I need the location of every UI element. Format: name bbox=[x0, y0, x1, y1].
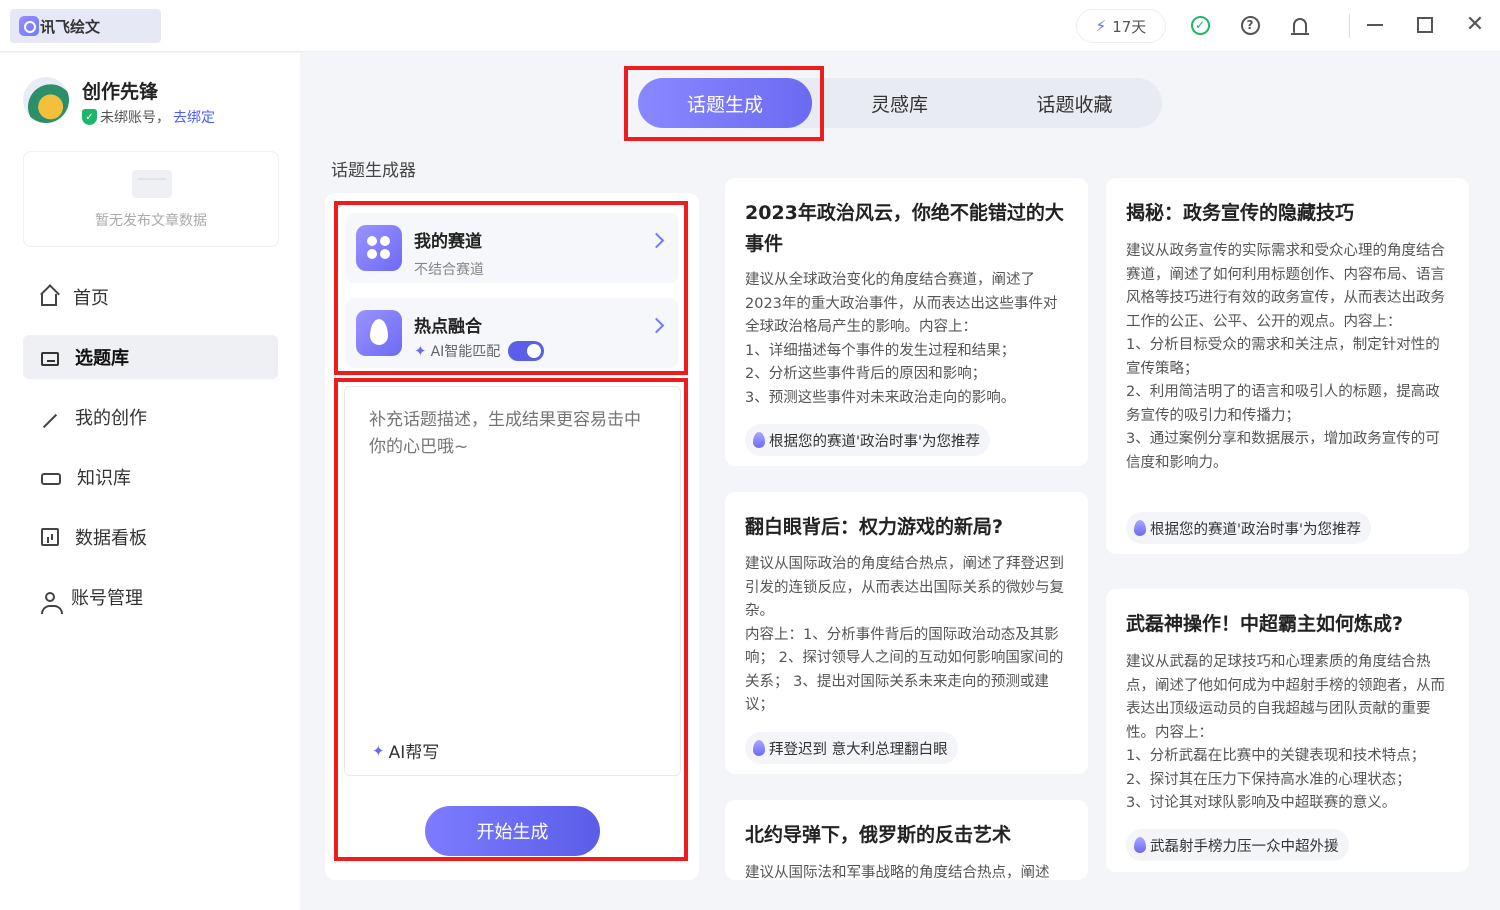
article-stats-empty-card: 暂无发布文章数据 bbox=[23, 151, 279, 247]
topic-description-input[interactable] bbox=[344, 386, 681, 776]
track-grid-icon bbox=[356, 225, 402, 271]
empty-inbox-icon bbox=[132, 170, 172, 198]
shield-check-icon: ✓ bbox=[82, 109, 97, 125]
track-subtitle: 不结合赛道 bbox=[414, 262, 484, 278]
topic-card-title: 揭秘：政务宣传的隐藏技巧 bbox=[1126, 202, 1355, 224]
topic-card-body: 建议从国际法和军事战略的角度结合热点，阐述 bbox=[745, 865, 1050, 880]
avatar[interactable] bbox=[23, 77, 69, 123]
home-icon bbox=[41, 294, 57, 306]
nav-label: 数据看板 bbox=[75, 528, 147, 549]
help-icon[interactable]: ? bbox=[1239, 14, 1261, 36]
generator-section-title: 话题生成器 bbox=[331, 161, 416, 181]
topic-card-title: 2023年政治风云，你绝不能错过的大事件 bbox=[745, 202, 1064, 255]
hot-fusion-title: 热点融合 bbox=[414, 317, 482, 337]
tab-topic-generation[interactable]: 话题生成 bbox=[638, 78, 812, 128]
nav-label: 账号管理 bbox=[71, 588, 143, 609]
topic-card[interactable]: 揭秘：政务宣传的隐藏技巧 建议从政务宣传的实际需求和受众心理的角度结合赛道，阐述… bbox=[1106, 178, 1469, 554]
topic-card-title: 北约导弹下，俄罗斯的反击艺术 bbox=[745, 824, 1012, 846]
topic-card-tag: 拜登迟到 意大利总理翻白眼 bbox=[745, 732, 958, 764]
nav-label: 首页 bbox=[73, 288, 109, 309]
bind-status-text: 未绑账号， bbox=[100, 110, 170, 126]
topic-card-title: 武磊神操作！中超霸主如何炼成? bbox=[1126, 613, 1404, 635]
ai-match-row: ✦ AI智能匹配 bbox=[414, 341, 545, 361]
flame-icon bbox=[1134, 837, 1146, 853]
ai-write-label: AI帮写 bbox=[388, 743, 440, 763]
sparkle-icon: ✦ bbox=[372, 741, 385, 760]
ai-match-label: AI智能匹配 bbox=[430, 344, 501, 360]
topic-card-body: 建议从武磊的足球技巧和心理素质的角度结合热点，阐述了他如何成为中超射手榜的领跑者… bbox=[1126, 654, 1445, 811]
username: 创作先锋 bbox=[82, 81, 159, 103]
topic-card-body: 建议从政务宣传的实际需求和受众心理的角度结合赛道，阐述了如何利用标题创作、内容布… bbox=[1126, 243, 1445, 471]
topic-card-title: 翻白眼背后：权力游戏的新局? bbox=[745, 516, 1004, 538]
tab-topic-favorites[interactable]: 话题收藏 bbox=[987, 78, 1162, 128]
topic-card[interactable]: 翻白眼背后：权力游戏的新局? 建议从国际政治的角度结合热点，阐述了拜登迟到引发的… bbox=[725, 492, 1088, 774]
topic-card-tag-text: 根据您的赛道'政治时事'为您推荐 bbox=[769, 433, 980, 450]
days-left-text: 17天 bbox=[1112, 17, 1147, 36]
lightning-icon: ⚡ bbox=[1095, 17, 1107, 35]
nav-item-account-management[interactable]: 账号管理 bbox=[23, 575, 278, 619]
chevron-right-icon bbox=[648, 317, 665, 334]
close-icon[interactable]: ✕ bbox=[1464, 14, 1486, 36]
topic-tabs: 话题生成 灵感库 话题收藏 bbox=[638, 78, 1162, 128]
topic-card-body: 建议从全球政治变化的角度结合赛道，阐述了2023年的重大政治事件，从而表达出这些… bbox=[745, 272, 1058, 406]
topic-card-tag-text: 拜登迟到 意大利总理翻白眼 bbox=[769, 741, 948, 758]
track-title: 我的赛道 bbox=[414, 232, 482, 252]
topic-card-tag-text: 根据您的赛道'政治时事'为您推荐 bbox=[1150, 521, 1361, 538]
chevron-right-icon bbox=[648, 232, 665, 249]
app-logo[interactable]: 讯飞绘文 bbox=[10, 9, 161, 43]
topic-card[interactable]: 北约导弹下，俄罗斯的反击艺术 建议从国际法和军事战略的角度结合热点，阐述 bbox=[725, 800, 1088, 880]
minimize-icon[interactable] bbox=[1364, 14, 1386, 36]
topic-card-tag-text: 武磊射手榜力压一众中超外援 bbox=[1150, 838, 1339, 855]
flame-icon bbox=[356, 310, 402, 356]
membership-days-badge[interactable]: ⚡ 17天 bbox=[1076, 9, 1166, 43]
start-generate-button[interactable]: 开始生成 bbox=[425, 806, 600, 856]
flame-icon bbox=[753, 740, 765, 756]
ai-write-button[interactable]: ✦ AI帮写 bbox=[372, 738, 440, 764]
sidebar: 创作先锋 ✓ 未绑账号， 去绑定 暂无发布文章数据 首页 选题库 我的创作 知识… bbox=[0, 53, 300, 910]
graduation-cap-icon bbox=[41, 473, 61, 485]
maximize-icon[interactable] bbox=[1414, 14, 1436, 36]
hot-fusion-option[interactable]: 热点融合 ✦ AI智能匹配 bbox=[346, 298, 678, 368]
pen-icon bbox=[42, 413, 58, 429]
topic-card[interactable]: 2023年政治风云，你绝不能错过的大事件 建议从全球政治变化的角度结合赛道，阐述… bbox=[725, 178, 1088, 466]
chart-board-icon bbox=[41, 528, 59, 546]
flame-icon bbox=[1134, 520, 1146, 536]
nav-label: 我的创作 bbox=[75, 408, 147, 429]
titlebar-divider bbox=[1349, 14, 1350, 38]
nav-item-home[interactable]: 首页 bbox=[23, 275, 278, 319]
account-bind-status: ✓ 未绑账号， 去绑定 bbox=[82, 107, 215, 127]
topic-card-tag: 武磊射手榜力压一众中超外援 bbox=[1126, 829, 1349, 861]
nav-item-my-creations[interactable]: 我的创作 bbox=[23, 395, 278, 439]
logo-icon bbox=[19, 16, 39, 36]
check-circle-icon[interactable]: ✓ bbox=[1189, 14, 1211, 36]
topic-card-tag: 根据您的赛道'政治时事'为您推荐 bbox=[745, 424, 990, 456]
topic-card-body: 建议从国际政治的角度结合热点，阐述了拜登迟到引发的连锁反应，从而表达出国际关系的… bbox=[745, 556, 1064, 713]
topic-card-tag: 根据您的赛道'政治时事'为您推荐 bbox=[1126, 512, 1371, 544]
title-bar: 讯飞绘文 ⚡ 17天 ✓ ? ✕ bbox=[0, 0, 1500, 52]
ai-match-toggle[interactable] bbox=[508, 341, 545, 361]
empty-state-text: 暂无发布文章数据 bbox=[95, 213, 207, 229]
logo-text: 讯飞绘文 bbox=[40, 17, 101, 36]
bind-account-link[interactable]: 去绑定 bbox=[173, 107, 215, 127]
sparkle-icon: ✦ bbox=[414, 342, 427, 360]
bell-icon[interactable] bbox=[1289, 14, 1311, 36]
my-track-option[interactable]: 我的赛道 不结合赛道 bbox=[346, 213, 678, 283]
tab-inspiration-library[interactable]: 灵感库 bbox=[812, 78, 987, 128]
nav-item-data-board[interactable]: 数据看板 bbox=[23, 515, 278, 559]
folder-icon bbox=[41, 351, 59, 366]
user-manage-icon bbox=[41, 592, 63, 614]
nav-item-topic-library[interactable]: 选题库 bbox=[23, 335, 278, 379]
nav-label: 知识库 bbox=[77, 468, 131, 489]
topic-card[interactable]: 武磊神操作！中超霸主如何炼成? 建议从武磊的足球技巧和心理素质的角度结合热点，阐… bbox=[1106, 589, 1469, 872]
nav-item-knowledge-base[interactable]: 知识库 bbox=[23, 455, 278, 499]
nav-label: 选题库 bbox=[75, 348, 129, 369]
flame-icon bbox=[753, 432, 765, 448]
